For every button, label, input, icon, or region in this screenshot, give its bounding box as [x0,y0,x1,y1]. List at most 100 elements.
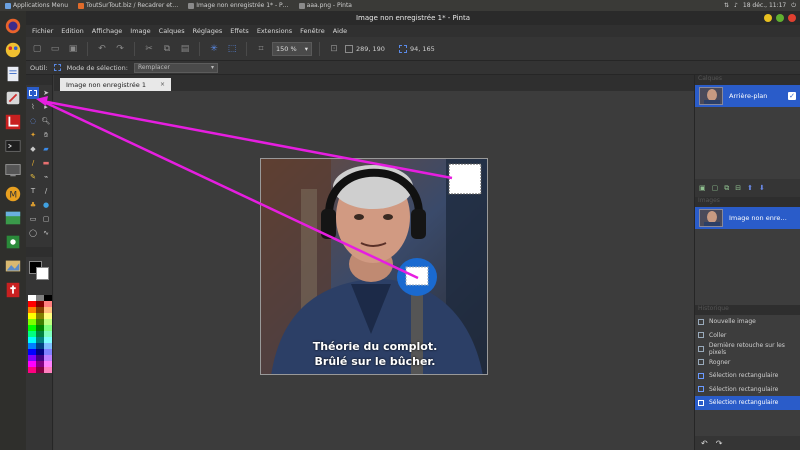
selection-mode-select[interactable]: Remplacer ▾ [133,62,218,73]
terminal-launcher[interactable] [3,135,23,157]
undo-icon[interactable]: ↶ [701,439,708,448]
add-layer-icon[interactable]: ▣ [699,184,706,192]
save-icon[interactable]: ▣ [66,42,80,56]
paste-icon[interactable]: ▤ [178,42,192,56]
document-tab[interactable]: Image non enregistrée 1 × [60,78,171,91]
photos-launcher[interactable] [3,255,23,277]
fit-icon[interactable]: ⊡ [327,42,341,56]
new-icon[interactable]: ▢ [30,42,44,56]
canvas-area[interactable]: Image non enregistrée 1 × Théorie du com… [54,75,695,450]
notes-launcher[interactable] [3,87,23,109]
menu-affichage[interactable]: Affichage [88,27,127,35]
line-tool[interactable]: / [40,185,52,197]
clock[interactable]: 18 déc., 11:17 [743,2,786,9]
pdf-launcher[interactable] [3,279,23,301]
palette-swatch[interactable] [36,367,44,373]
history-item[interactable]: Sélection rectangulaire [695,383,800,397]
lasso-tool[interactable]: ⌇ [27,101,39,113]
palette-swatch[interactable] [28,367,36,373]
app-launcher[interactable] [3,231,23,253]
freeform-tool[interactable]: ∿ [40,227,52,239]
power-icon[interactable]: ⏻ [791,2,796,10]
maximize-button[interactable] [776,14,784,22]
undo-icon[interactable]: ↶ [95,42,109,56]
eraser-tool[interactable]: ▬ [40,157,52,169]
layer-item[interactable]: Arrière-plan ✓ [695,85,800,107]
volume-icon[interactable]: ♪ [734,2,738,9]
history-item[interactable]: Nouvelle image [695,315,800,329]
menu-edition[interactable]: Edition [57,27,88,35]
history-item[interactable]: Sélection rectangulaire [695,369,800,383]
ellipse-tool[interactable]: ◯ [27,227,39,239]
layers-header: Calques [695,75,800,85]
pencil-tool[interactable]: ✎ [27,171,39,183]
color-picker-tool[interactable]: ⌁ [40,171,52,183]
open-icon[interactable]: ▭ [48,42,62,56]
menu-aide[interactable]: Aide [329,27,351,35]
move-selected-tool[interactable]: ➤ [40,87,52,99]
move-selection-tool[interactable]: ▸ [40,101,52,113]
paint-bucket-tool[interactable]: ◆ [27,143,39,155]
text-editor-launcher[interactable] [3,63,23,85]
close-button[interactable] [788,14,796,22]
zoom-combo[interactable]: 150 % ▾ [272,41,312,56]
pan-tool[interactable]: ✋︎ [40,129,52,141]
redo-icon[interactable]: ↷ [716,439,723,448]
image-thumbnail-image [700,210,722,226]
palette-swatch[interactable] [44,367,52,373]
menu-effets[interactable]: Effets [226,27,253,35]
layer-visible-checkbox[interactable]: ✓ [788,92,796,100]
deselect-icon[interactable]: ⬚ [225,42,239,56]
menu-image[interactable]: Image [126,27,154,35]
crop-to-selection-icon[interactable]: ⌗ [254,42,268,56]
ellipse-select-tool[interactable]: ◌ [27,115,39,127]
task-item[interactable]: aaa.png - Pinta [294,2,357,9]
history-item[interactable]: Rogner [695,356,800,370]
secondary-color[interactable] [36,267,49,280]
media-launcher[interactable]: M [3,183,23,205]
duplicate-layer-icon[interactable]: ⧉ [724,184,729,193]
history-item[interactable]: Coller [695,329,800,343]
merge-layer-icon[interactable]: ⊟ [735,184,741,192]
magic-wand-tool[interactable]: ✦ [27,129,39,141]
paintbrush-tool[interactable]: / [27,157,39,169]
recolor-tool[interactable]: ● [40,199,52,211]
gradient-tool[interactable]: ▰ [40,143,52,155]
redo-icon[interactable]: ↷ [113,42,127,56]
rectangle-select-tool[interactable] [27,87,39,99]
copy-icon[interactable]: ⧉ [160,42,174,56]
crop-launcher[interactable] [3,111,23,133]
applications-menu[interactable]: Applications Menu [0,2,73,9]
rectangle-tool[interactable]: ▭ [27,213,39,225]
close-tab-icon[interactable]: × [160,81,165,88]
monitor-icon [5,164,21,177]
menu-fenetre[interactable]: Fenêtre [296,27,329,35]
select-all-icon[interactable]: ✳ [207,42,221,56]
text-tool[interactable]: T [27,185,39,197]
zoom-tool[interactable]: 🔍︎ [40,115,52,127]
menu-extensions[interactable]: Extensions [253,27,296,35]
minimize-button[interactable] [764,14,772,22]
cut-icon[interactable]: ✂ [142,42,156,56]
history-item[interactable]: Dernière retouche sur les pixels [695,342,800,356]
clone-stamp-tool[interactable]: ♣ [27,199,39,211]
history-item[interactable]: Sélection rectangulaire [695,396,800,410]
task-item[interactable]: Image non enregistrée 1* - P… [183,2,293,9]
maps-launcher[interactable] [3,207,23,229]
firefox-launcher[interactable] [3,15,23,37]
move-layer-down-icon[interactable]: ⬇ [759,184,765,192]
menu-fichier[interactable]: Fichier [28,27,57,35]
selection-size: 94, 165 [398,44,435,53]
menu-reglages[interactable]: Réglages [189,27,227,35]
menu-calques[interactable]: Calques [155,27,189,35]
network-icon[interactable]: ⇅ [724,2,729,9]
rounded-rectangle-tool[interactable]: ▢ [40,213,52,225]
move-layer-up-icon[interactable]: ⬆ [747,184,753,192]
image-item[interactable]: Image non enre… [695,207,800,229]
monitor-launcher[interactable] [3,159,23,181]
delete-layer-icon[interactable]: ▢ [712,184,719,192]
task-item[interactable]: ToutSurTout.biz / Recadrer et… [73,2,183,9]
window-titlebar[interactable]: Image non enregistrée 1* - Pinta [26,11,800,25]
settings-launcher[interactable] [3,39,23,61]
image-canvas[interactable]: Théorie du complot. Brûlé sur le bûcher. [260,158,488,375]
